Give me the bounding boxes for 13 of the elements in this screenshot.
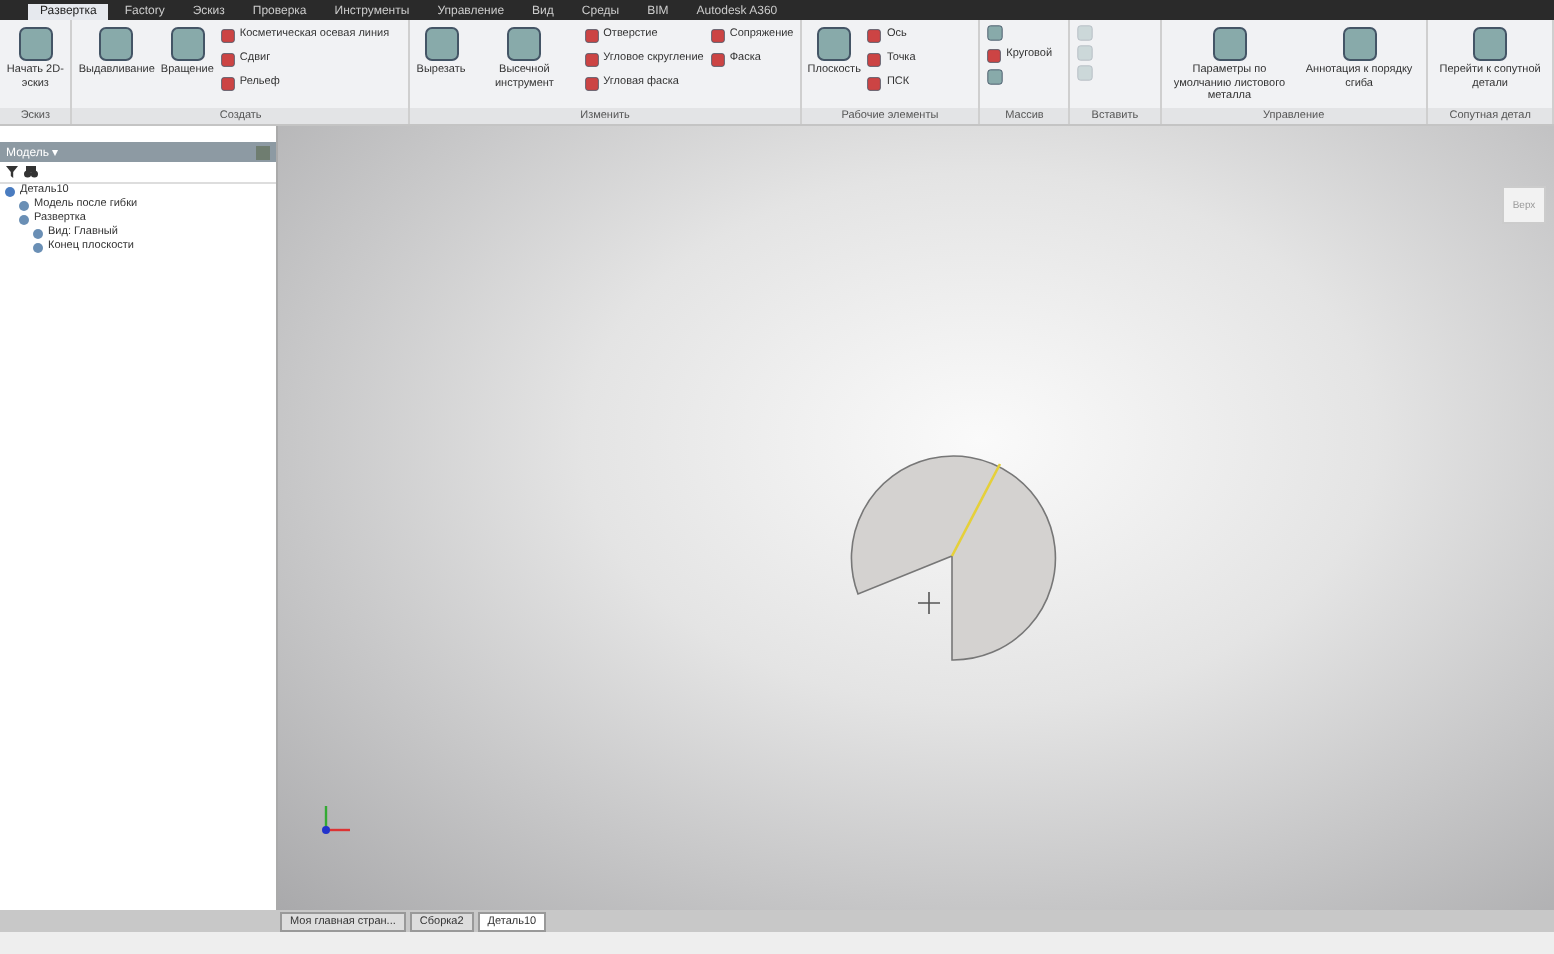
tool-icon — [96, 24, 137, 64]
tool-icon — [1339, 24, 1380, 64]
tool-icon — [814, 24, 855, 64]
axis-triad-icon — [318, 802, 354, 838]
binoculars-icon[interactable] — [24, 166, 38, 178]
tool-icon — [421, 24, 462, 64]
cursor-icon — [918, 592, 940, 614]
tool-icon — [1470, 24, 1511, 64]
filter-icon[interactable] — [6, 166, 18, 178]
tool-icon — [504, 24, 545, 64]
tool-icon — [15, 24, 56, 64]
tool-icon — [167, 24, 208, 64]
tool-icon — [1209, 24, 1250, 64]
